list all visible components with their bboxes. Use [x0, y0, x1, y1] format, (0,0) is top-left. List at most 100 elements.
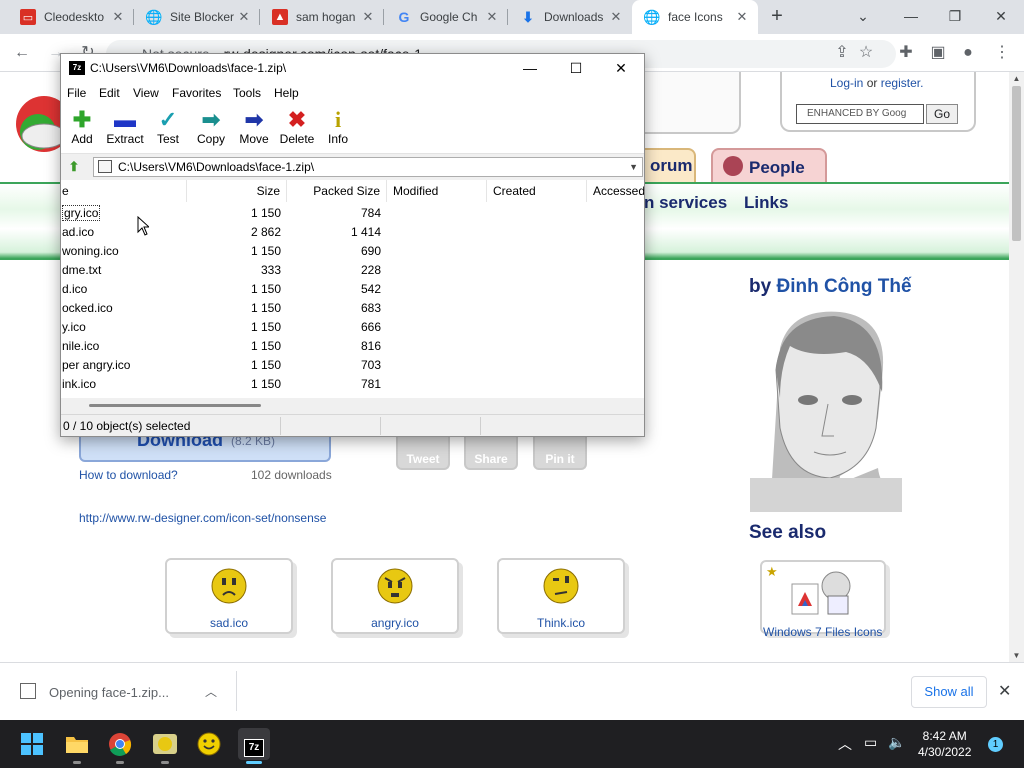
delete-button[interactable]: ✖ Delete — [277, 108, 317, 147]
copy-button[interactable]: ➡ Copy — [193, 108, 229, 147]
table-row[interactable]: ocked.ico 1 150 683 — [61, 299, 644, 318]
tab-site-blocker[interactable]: 🌐 Site Blocker ✕ — [134, 0, 260, 34]
7zip-toolbar: ✚ Add ▬ Extract ✓ Test ➡ Copy ➡ Move ✖ D… — [61, 104, 644, 154]
restore-icon[interactable]: ❐ — [940, 4, 970, 28]
back-icon[interactable]: ← — [12, 43, 32, 63]
volume-icon[interactable]: 🔈 — [888, 734, 905, 751]
menu-kebab-icon[interactable]: ⋮ — [992, 43, 1012, 63]
7zip-taskbar-button[interactable]: 7z — [238, 728, 270, 764]
column-name[interactable]: e — [61, 180, 187, 202]
share-icon[interactable]: ⇪ — [832, 43, 852, 63]
icon-card-angry[interactable]: angry.ico — [331, 558, 459, 634]
think-face-icon — [543, 568, 579, 604]
close-icon[interactable]: ✕ — [998, 681, 1011, 701]
tab-sam-hogan[interactable]: ▲ sam hogan ✕ — [260, 0, 384, 34]
menu-favorites[interactable]: Favorites — [172, 86, 221, 100]
icon-label: angry.ico — [371, 616, 419, 630]
icon-card-sad[interactable]: sad.ico — [165, 558, 293, 634]
menu-tools[interactable]: Tools — [233, 86, 261, 100]
table-row[interactable]: woning.ico 1 150 690 — [61, 242, 644, 261]
sad-face-icon — [211, 568, 247, 604]
table-row[interactable]: y.ico 1 150 666 — [61, 318, 644, 337]
add-button[interactable]: ✚ Add — [67, 108, 97, 147]
chrome-button[interactable] — [104, 728, 136, 764]
tab-search-icon[interactable]: ⌄ — [848, 4, 878, 28]
register-link[interactable]: register. — [881, 76, 924, 90]
tab-close-icon[interactable]: ✕ — [608, 9, 624, 25]
move-button[interactable]: ➡ Move — [237, 108, 271, 147]
new-tab-button[interactable]: + — [766, 6, 788, 28]
extract-button[interactable]: ▬ Extract — [105, 108, 145, 147]
table-row[interactable]: nile.ico 1 150 816 — [61, 337, 644, 356]
extensions-icon[interactable]: ✚ — [896, 43, 916, 63]
column-created[interactable]: Created — [487, 180, 587, 202]
7zip-title-bar[interactable]: 7z C:\Users\VM6\Downloads\face-1.zip\ — … — [61, 54, 644, 82]
column-size[interactable]: Size — [187, 180, 287, 202]
minimize-icon[interactable]: — — [896, 4, 926, 28]
show-hidden-icons[interactable]: ︿ — [838, 734, 852, 754]
side-panel-icon[interactable]: ▣ — [928, 43, 948, 63]
start-button[interactable] — [16, 728, 48, 760]
horizontal-scrollbar[interactable] — [61, 398, 644, 414]
icon-set-url[interactable]: http://www.rw-designer.com/icon-set/nons… — [79, 511, 326, 525]
system-clock[interactable]: 8:42 AM 4/30/2022 — [918, 728, 971, 760]
related-set-card[interactable]: ★ — [760, 560, 886, 634]
messenger-button[interactable] — [149, 728, 181, 764]
page-scrollbar[interactable]: ▲ ▼ — [1009, 72, 1024, 662]
close-icon[interactable]: ✕ — [986, 4, 1016, 28]
column-packed-size[interactable]: Packed Size — [287, 180, 387, 202]
close-icon[interactable]: ✕ — [598, 54, 644, 82]
extract-label: Extract — [106, 132, 144, 146]
menu-view[interactable]: View — [133, 86, 159, 100]
tab-close-icon[interactable]: ✕ — [360, 9, 376, 25]
related-set-label[interactable]: Windows 7 Files Icons — [763, 625, 882, 639]
search-go-button[interactable]: Go — [926, 104, 958, 124]
how-to-download-link[interactable]: How to download? — [79, 468, 178, 482]
maximize-icon[interactable]: ☐ — [553, 54, 599, 82]
menu-help[interactable]: Help — [274, 86, 299, 100]
site-search-input[interactable]: ENHANCED BY Goog — [796, 104, 924, 124]
file-packed-size: 683 — [360, 301, 381, 315]
author-name[interactable]: Đinh Công Thế — [776, 276, 911, 297]
tab-close-icon[interactable]: ✕ — [236, 9, 252, 25]
table-row[interactable]: d.ico 1 150 542 — [61, 280, 644, 299]
tab-face-icons[interactable]: 🌐 face Icons ✕ — [632, 0, 758, 34]
file-explorer-button[interactable] — [61, 728, 93, 764]
tab-people[interactable]: People — [711, 148, 827, 182]
tab-cleodesktop[interactable]: ▭ Cleodeskto ✕ — [8, 0, 134, 34]
tab-close-icon[interactable]: ✕ — [484, 9, 500, 25]
show-all-button[interactable]: Show all — [911, 676, 987, 708]
tab-downloads[interactable]: ⬇ Downloads ✕ — [508, 0, 632, 34]
tab-close-icon[interactable]: ✕ — [734, 9, 750, 25]
file-name: d.ico — [62, 282, 88, 296]
share-label: Share — [474, 452, 508, 466]
chevron-down-icon[interactable]: ▼ — [629, 158, 638, 176]
table-row[interactable]: ink.ico 1 150 781 — [61, 375, 644, 394]
login-link[interactable]: Log-in — [830, 76, 863, 90]
test-button[interactable]: ✓ Test — [153, 108, 183, 147]
column-modified[interactable]: Modified — [387, 180, 487, 202]
column-accessed[interactable]: Accessed — [587, 180, 644, 202]
menu-edit[interactable]: Edit — [99, 86, 120, 100]
nav-link-links[interactable]: Links — [744, 193, 788, 213]
smiley-app-button[interactable] — [193, 728, 225, 760]
nav-link-services[interactable]: n services — [644, 193, 727, 213]
notification-badge[interactable]: 1 — [988, 737, 1003, 752]
tab-google-chrome[interactable]: G Google Ch ✕ — [384, 0, 508, 34]
minimize-icon[interactable]: — — [507, 54, 553, 82]
download-item-name[interactable]: Opening face-1.zip... — [49, 685, 169, 700]
up-folder-icon[interactable]: ⬆ — [66, 159, 82, 175]
info-button[interactable]: i Info — [325, 108, 351, 147]
network-icon[interactable]: ▭ — [864, 734, 877, 751]
chevron-up-icon[interactable]: ︿ — [205, 683, 217, 700]
profile-avatar-icon[interactable]: ● — [958, 43, 978, 63]
icon-card-think[interactable]: Think.ico — [497, 558, 625, 634]
bookmark-star-icon[interactable]: ☆ — [856, 43, 876, 63]
file-packed-size: 816 — [360, 339, 381, 353]
tab-close-icon[interactable]: ✕ — [110, 9, 126, 25]
tweet-label: Tweet — [406, 452, 440, 466]
archive-path-field[interactable]: C:\Users\VM6\Downloads\face-1.zip\ ▼ — [93, 157, 643, 177]
table-row[interactable]: per angry.ico 1 150 703 — [61, 356, 644, 375]
menu-file[interactable]: File — [67, 86, 86, 100]
table-row[interactable]: dme.txt 333 228 — [61, 261, 644, 280]
